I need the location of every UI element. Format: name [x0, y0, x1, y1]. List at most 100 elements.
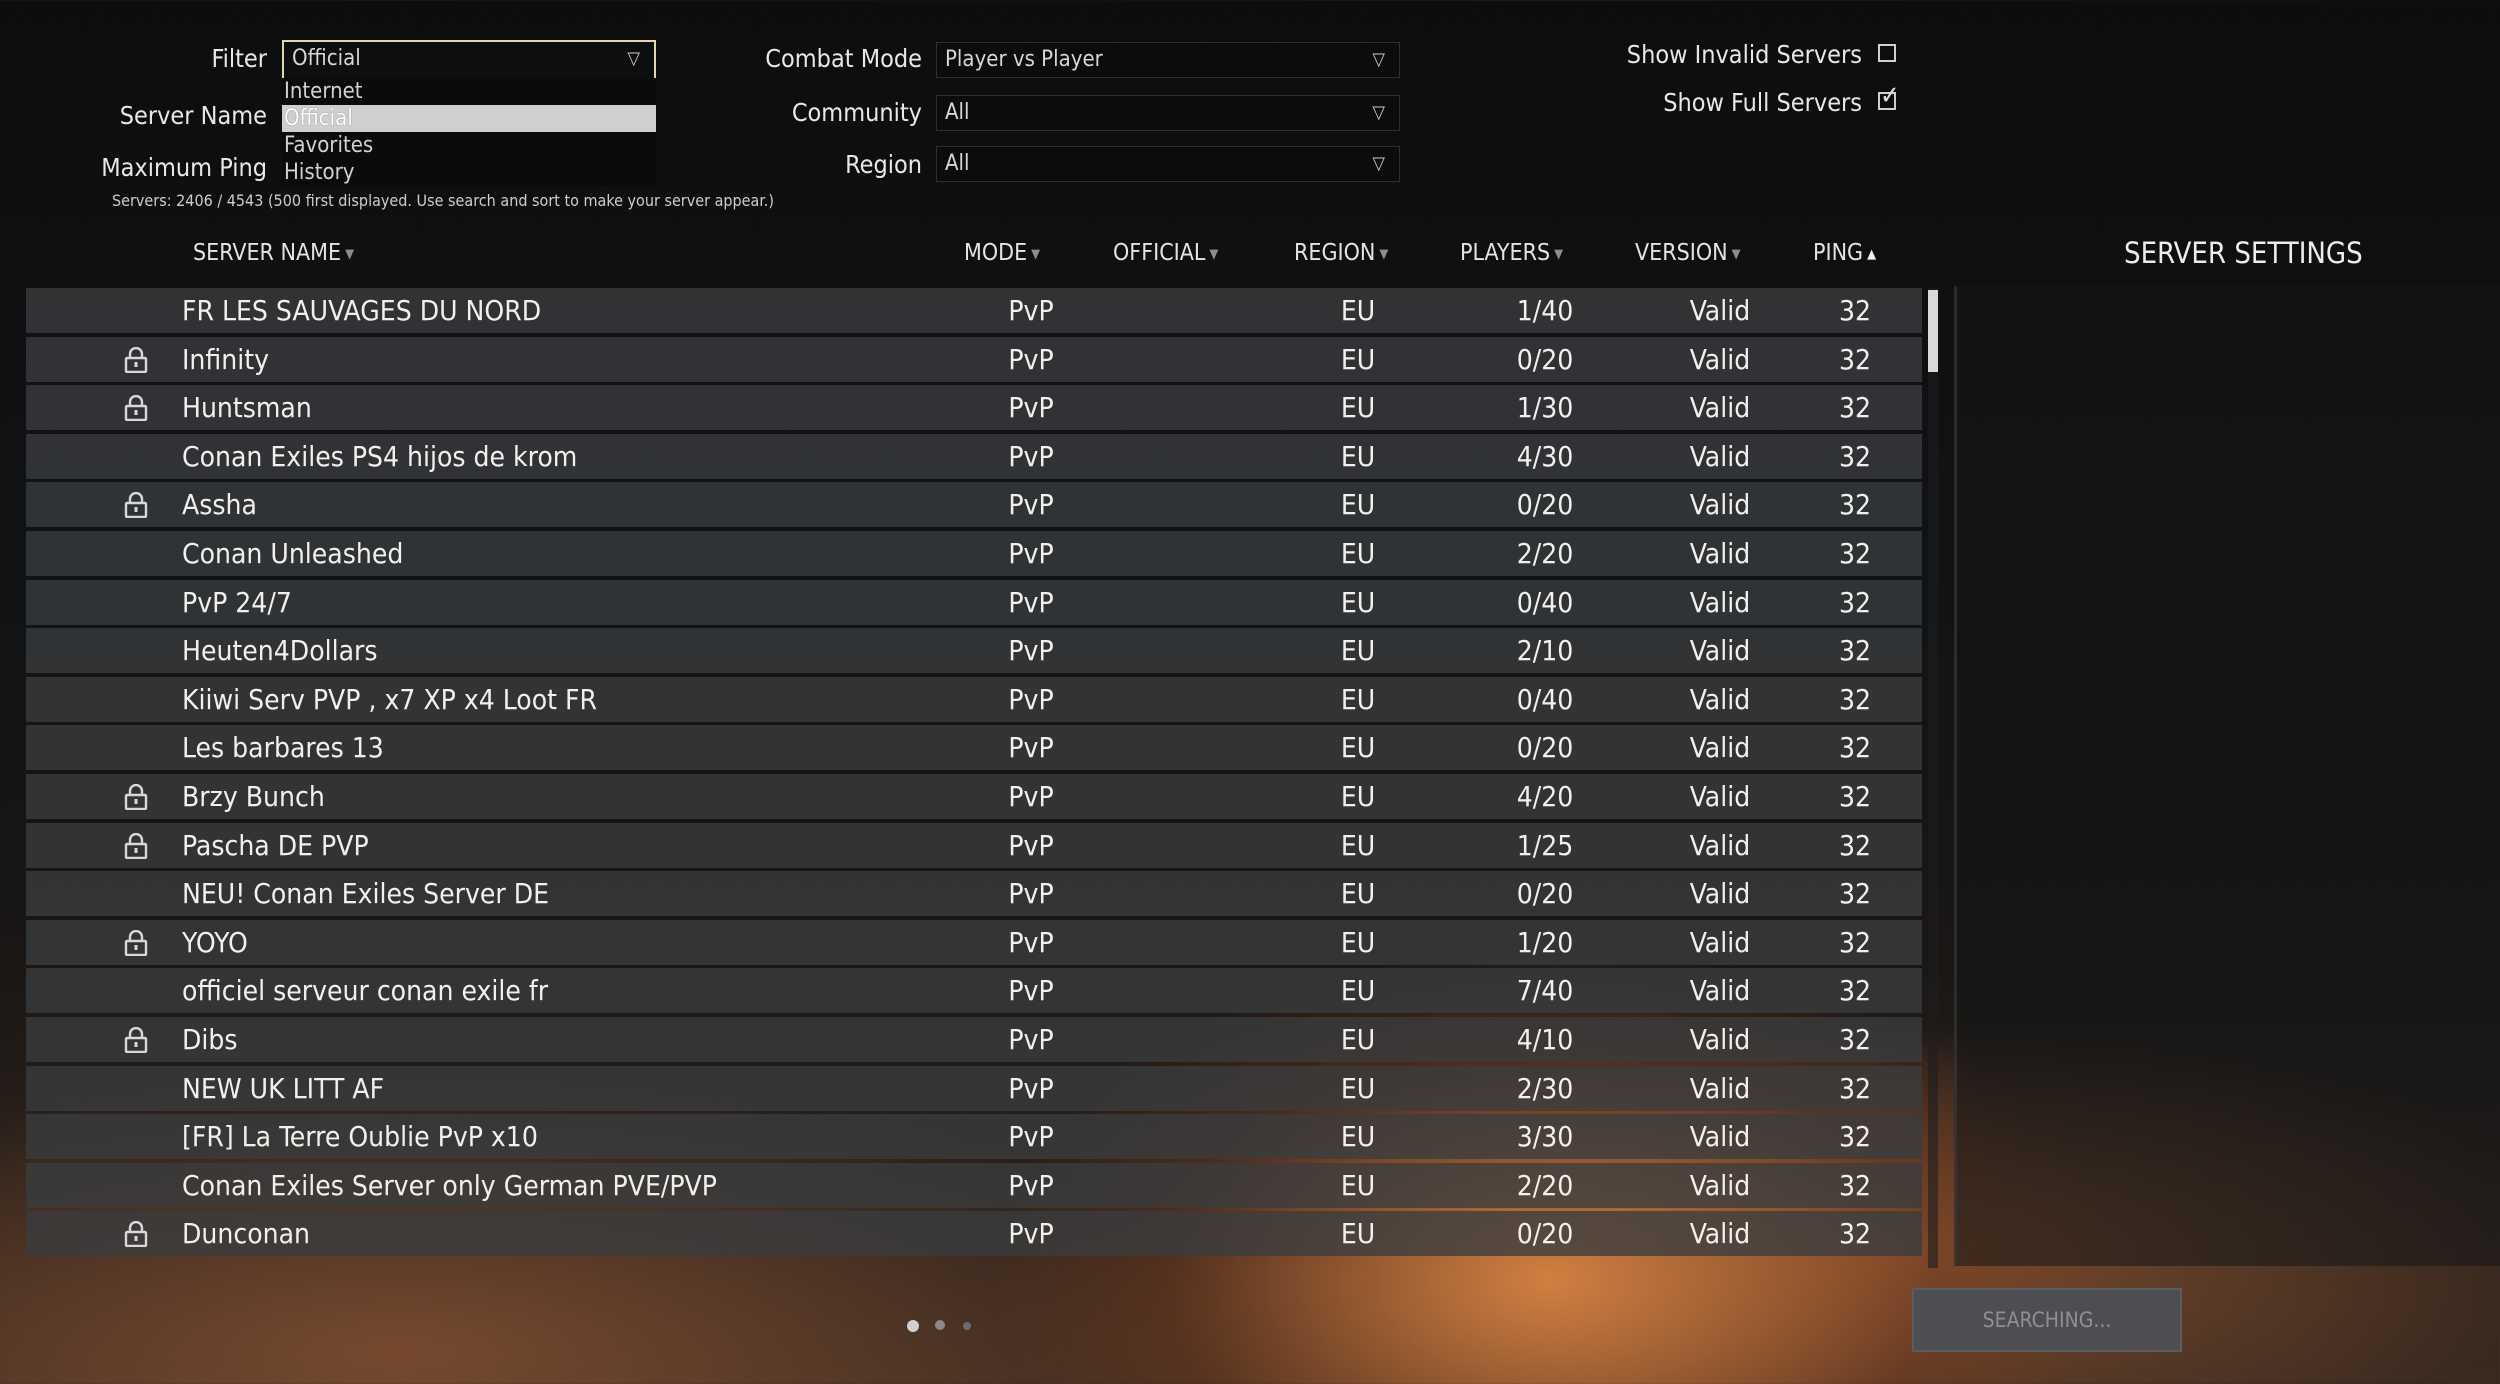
column-header-ping[interactable]: PING ▲ [1813, 240, 1876, 266]
server-row[interactable]: NEW UK LITT AF PvP EU 2/30 Valid 32 [26, 1065, 1922, 1111]
server-players-cell: 1/30 [1516, 391, 1574, 425]
filter-dropdown[interactable]: Official ▽ [282, 40, 656, 80]
server-row[interactable]: [FR] La Terre Oublie PvP x10 PvP EU 3/30 Val… [26, 1114, 1922, 1160]
page-indicator-dot-2[interactable] [935, 1320, 945, 1330]
column-header-region[interactable]: REGION ▼ [1294, 240, 1388, 266]
search-button[interactable]: SEARCHING... [1912, 1288, 2182, 1352]
server-row[interactable]: Pascha DE PVP PvP EU 1/25 Valid 32 [26, 822, 1922, 868]
column-header-official[interactable]: OFFICIAL ▼ [1113, 240, 1218, 266]
server-row[interactable]: FR LES SAUVAGES DU NORD PvP EU 1/40 Valid 32 [26, 288, 1922, 333]
column-header-mode[interactable]: MODE ▼ [964, 240, 1040, 266]
server-row[interactable]: Conan Exiles PS4 hijos de krom PvP EU 4/30 V… [26, 433, 1922, 479]
server-version-cell: Valid [1689, 1120, 1751, 1154]
server-row[interactable]: Conan Exiles Server only German PVE/PVP P… [26, 1162, 1922, 1208]
server-mode-cell: PvP [1008, 925, 1054, 959]
lock-icon [124, 929, 148, 956]
server-version-cell: Valid [1689, 488, 1751, 522]
server-row[interactable]: Dunconan PvP EU 0/20 Valid 32 [26, 1211, 1922, 1257]
sort-descending-icon: ▼ [1379, 247, 1389, 262]
server-players-cell: 2/20 [1516, 537, 1574, 570]
server-version-cell: Valid [1689, 537, 1751, 570]
server-row[interactable]: officiel serveur conan exile fr PvP EU 7/40… [26, 968, 1922, 1014]
server-version-cell: Valid [1689, 585, 1751, 619]
server-region-cell: EU [1340, 1023, 1376, 1056]
triangle-down-icon: ▽ [1372, 102, 1385, 123]
server-row[interactable]: PvP 24/7 PvP EU 0/40 Valid 32 [26, 579, 1922, 625]
server-count-status: Servers: 2406 / 4543 (500 first displaye… [112, 191, 774, 210]
lock-icon [124, 783, 148, 811]
server-name-cell: Dibs [182, 1023, 238, 1056]
server-mode-cell: PvP [1008, 537, 1054, 570]
server-name-cell: Kiiwi Serv PVP , x7 XP x4 Loot FR [182, 682, 597, 716]
server-row[interactable]: Brzy Bunch PvP EU 4/20 Valid 32 [26, 774, 1922, 819]
column-header-version-label: VERSION [1635, 240, 1728, 266]
sort-ascending-icon: ▲ [1867, 247, 1877, 262]
server-mode-cell: PvP [1008, 1120, 1054, 1154]
server-region-cell: EU [1340, 731, 1376, 765]
column-header-ping-label: PING [1813, 240, 1864, 266]
filter-option-internet[interactable]: Internet [282, 78, 656, 105]
server-mode-cell: PvP [1008, 488, 1054, 522]
column-header-mode-label: MODE [964, 240, 1028, 266]
region-dropdown[interactable]: All ▽ [936, 146, 1400, 182]
server-list-scrollbar-track[interactable] [1928, 288, 1938, 1268]
server-row[interactable]: Heuten4Dollars PvP EU 2/10 Valid 32 [26, 628, 1922, 674]
maximum-ping-label: Maximum Ping [101, 153, 267, 182]
server-mode-cell: PvP [1008, 391, 1054, 425]
show-invalid-servers-label: Show Invalid Servers [1626, 40, 1862, 69]
server-mode-cell: PvP [1008, 877, 1054, 911]
server-region-cell: EU [1340, 1217, 1376, 1251]
server-row[interactable]: Assha PvP EU 0/20 Valid 32 [26, 482, 1922, 528]
server-row[interactable]: Dibs PvP EU 4/10 Valid 32 [26, 1017, 1922, 1062]
server-row[interactable]: YOYO PvP EU 1/20 Valid 32 [26, 919, 1922, 965]
filter-option-official[interactable]: Official [282, 105, 656, 132]
server-row[interactable]: Infinity PvP EU 0/20 Valid 32 [26, 336, 1922, 382]
server-row[interactable]: NEU! Conan Exiles Server DE PvP EU 0/20 Vali… [26, 871, 1922, 917]
sort-descending-icon: ▼ [1731, 247, 1741, 262]
combat-mode-dropdown[interactable]: Player vs Player ▽ [936, 42, 1400, 78]
server-row[interactable]: Les barbares 13 PvP EU 0/20 Valid 32 [26, 725, 1922, 771]
column-header-version[interactable]: VERSION ▼ [1635, 240, 1741, 266]
server-region-cell: EU [1340, 974, 1376, 1008]
sort-descending-icon: ▼ [1031, 247, 1041, 262]
column-header-server-name[interactable]: SERVER NAME ▼ [193, 240, 354, 266]
server-mode-cell: PvP [1008, 634, 1054, 668]
server-players-cell: 0/40 [1516, 682, 1574, 716]
server-region-cell: EU [1340, 439, 1376, 473]
server-version-cell: Valid [1689, 682, 1751, 716]
column-header-players-label: PLAYERS [1460, 240, 1551, 266]
column-header-players[interactable]: PLAYERS ▼ [1460, 240, 1563, 266]
server-list-scrollbar-thumb[interactable] [1928, 290, 1938, 372]
server-ping-cell: 32 [1838, 1023, 1872, 1056]
column-header-region-label: REGION [1294, 240, 1376, 266]
sort-descending-icon: ▼ [345, 247, 355, 262]
server-players-cell: 3/30 [1516, 1120, 1574, 1154]
server-region-cell: EU [1340, 1168, 1376, 1202]
checkmark-icon: ✓ [1880, 81, 1900, 111]
page-indicator-dot-3[interactable] [963, 1322, 971, 1330]
server-name-cell: officiel serveur conan exile fr [182, 974, 549, 1008]
combat-mode-label: Combat Mode [765, 44, 922, 73]
filter-option-history[interactable]: History [282, 159, 656, 186]
page-indicator-dot-1[interactable] [907, 1320, 919, 1332]
show-invalid-servers-checkbox[interactable] [1878, 44, 1896, 62]
region-value: All [945, 151, 970, 176]
region-label: Region [845, 150, 922, 179]
lock-icon [124, 832, 148, 859]
server-settings-title: SERVER SETTINGS [2124, 236, 2363, 270]
filter-option-favorites[interactable]: Favorites [282, 132, 656, 159]
community-dropdown[interactable]: All ▽ [936, 95, 1400, 131]
server-name-cell: Brzy Bunch [182, 780, 325, 813]
server-region-cell: EU [1340, 585, 1376, 619]
server-players-cell: 0/20 [1516, 342, 1574, 376]
combat-mode-value: Player vs Player [945, 47, 1103, 72]
server-row[interactable]: Kiiwi Serv PVP , x7 XP x4 Loot FR PvP EU 0/… [26, 676, 1922, 722]
server-row[interactable]: Conan Unleashed PvP EU 2/20 Valid 32 [26, 531, 1922, 576]
server-players-cell: 1/40 [1516, 294, 1574, 327]
server-row[interactable]: Huntsman PvP EU 1/30 Valid 32 [26, 385, 1922, 431]
server-mode-cell: PvP [1008, 294, 1054, 327]
server-region-cell: EU [1340, 877, 1376, 911]
server-region-cell: EU [1340, 1071, 1376, 1105]
server-mode-cell: PvP [1008, 585, 1054, 619]
server-region-cell: EU [1340, 925, 1376, 959]
